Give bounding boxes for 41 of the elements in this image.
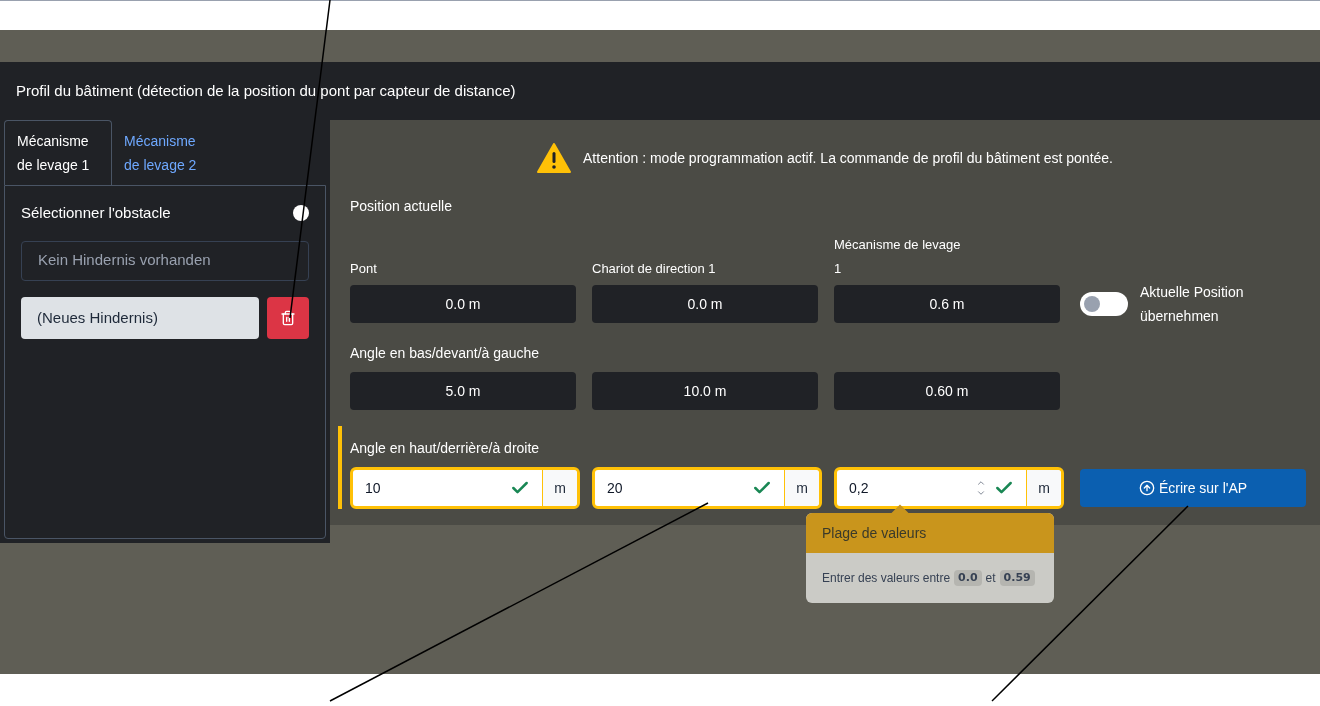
popover-title: Plage de valeurs — [822, 525, 927, 541]
value-display: 5.0 m — [350, 372, 576, 410]
min-value: 0.0 — [954, 569, 982, 587]
value-display: 0.60 m — [834, 372, 1060, 410]
unit-label: m — [1027, 470, 1061, 506]
write-button[interactable]: Écrire sur l'AP — [1080, 469, 1306, 507]
field-value: 0,2 — [849, 478, 869, 498]
section-label: Angle en haut/derrière/à droite — [350, 439, 541, 458]
toggle-label: Aktuelle Position übernehmen — [1140, 283, 1245, 326]
trash-icon — [280, 309, 296, 326]
value-field[interactable]: 20 m — [592, 467, 822, 509]
warning-icon — [537, 143, 571, 173]
obstacle-name-field[interactable]: (Neues Hindernis) — [21, 296, 259, 339]
unit-label: m — [543, 470, 577, 506]
section-label: Angle en bas/devant/à gauche — [350, 344, 541, 363]
value-display: 0.0 m — [350, 285, 576, 323]
tab[interactable]: Mécanisme de levage 2 — [112, 120, 220, 185]
obstacle-list[interactable]: Kein Hindernis vorhanden — [21, 240, 309, 281]
field-value: 20 — [607, 478, 623, 498]
field-label: Mécanisme de levage 1 — [834, 236, 962, 278]
section-title: Profil du bâtiment (détection de la position du pont par capteur de distance) — [16, 80, 516, 101]
toggle-knob[interactable] — [293, 205, 309, 222]
max-value: 0.59 — [999, 569, 1035, 587]
tab[interactable]: Mécanisme de levage 1 — [4, 120, 112, 185]
obstacle-label: Sélectionner l'obstacle — [21, 203, 171, 223]
value-display: 0.0 m — [592, 285, 818, 323]
unit-label: m — [785, 470, 819, 506]
field-value: 10 — [365, 478, 381, 498]
field-label: Chariot de direction 1 — [592, 260, 717, 278]
popover-joiner: et — [985, 570, 996, 587]
value-field[interactable]: 0,2 m — [834, 467, 1064, 509]
toggle-switch[interactable] — [1080, 292, 1128, 316]
value-display: 10.0 m — [592, 372, 818, 410]
position-title: Position actuelle — [350, 197, 453, 216]
popover-text: Entrer des valeurs entre — [822, 570, 951, 587]
value-display: 0.6 m — [834, 285, 1060, 323]
delete-button[interactable] — [267, 296, 309, 339]
field-label: Pont — [350, 260, 378, 278]
upload-icon — [1138, 480, 1155, 496]
value-field[interactable]: 10 m — [350, 467, 580, 509]
alert-text: Attention : mode programmation actif. La commande de profil du bâtiment est pontée. — [583, 148, 1113, 168]
